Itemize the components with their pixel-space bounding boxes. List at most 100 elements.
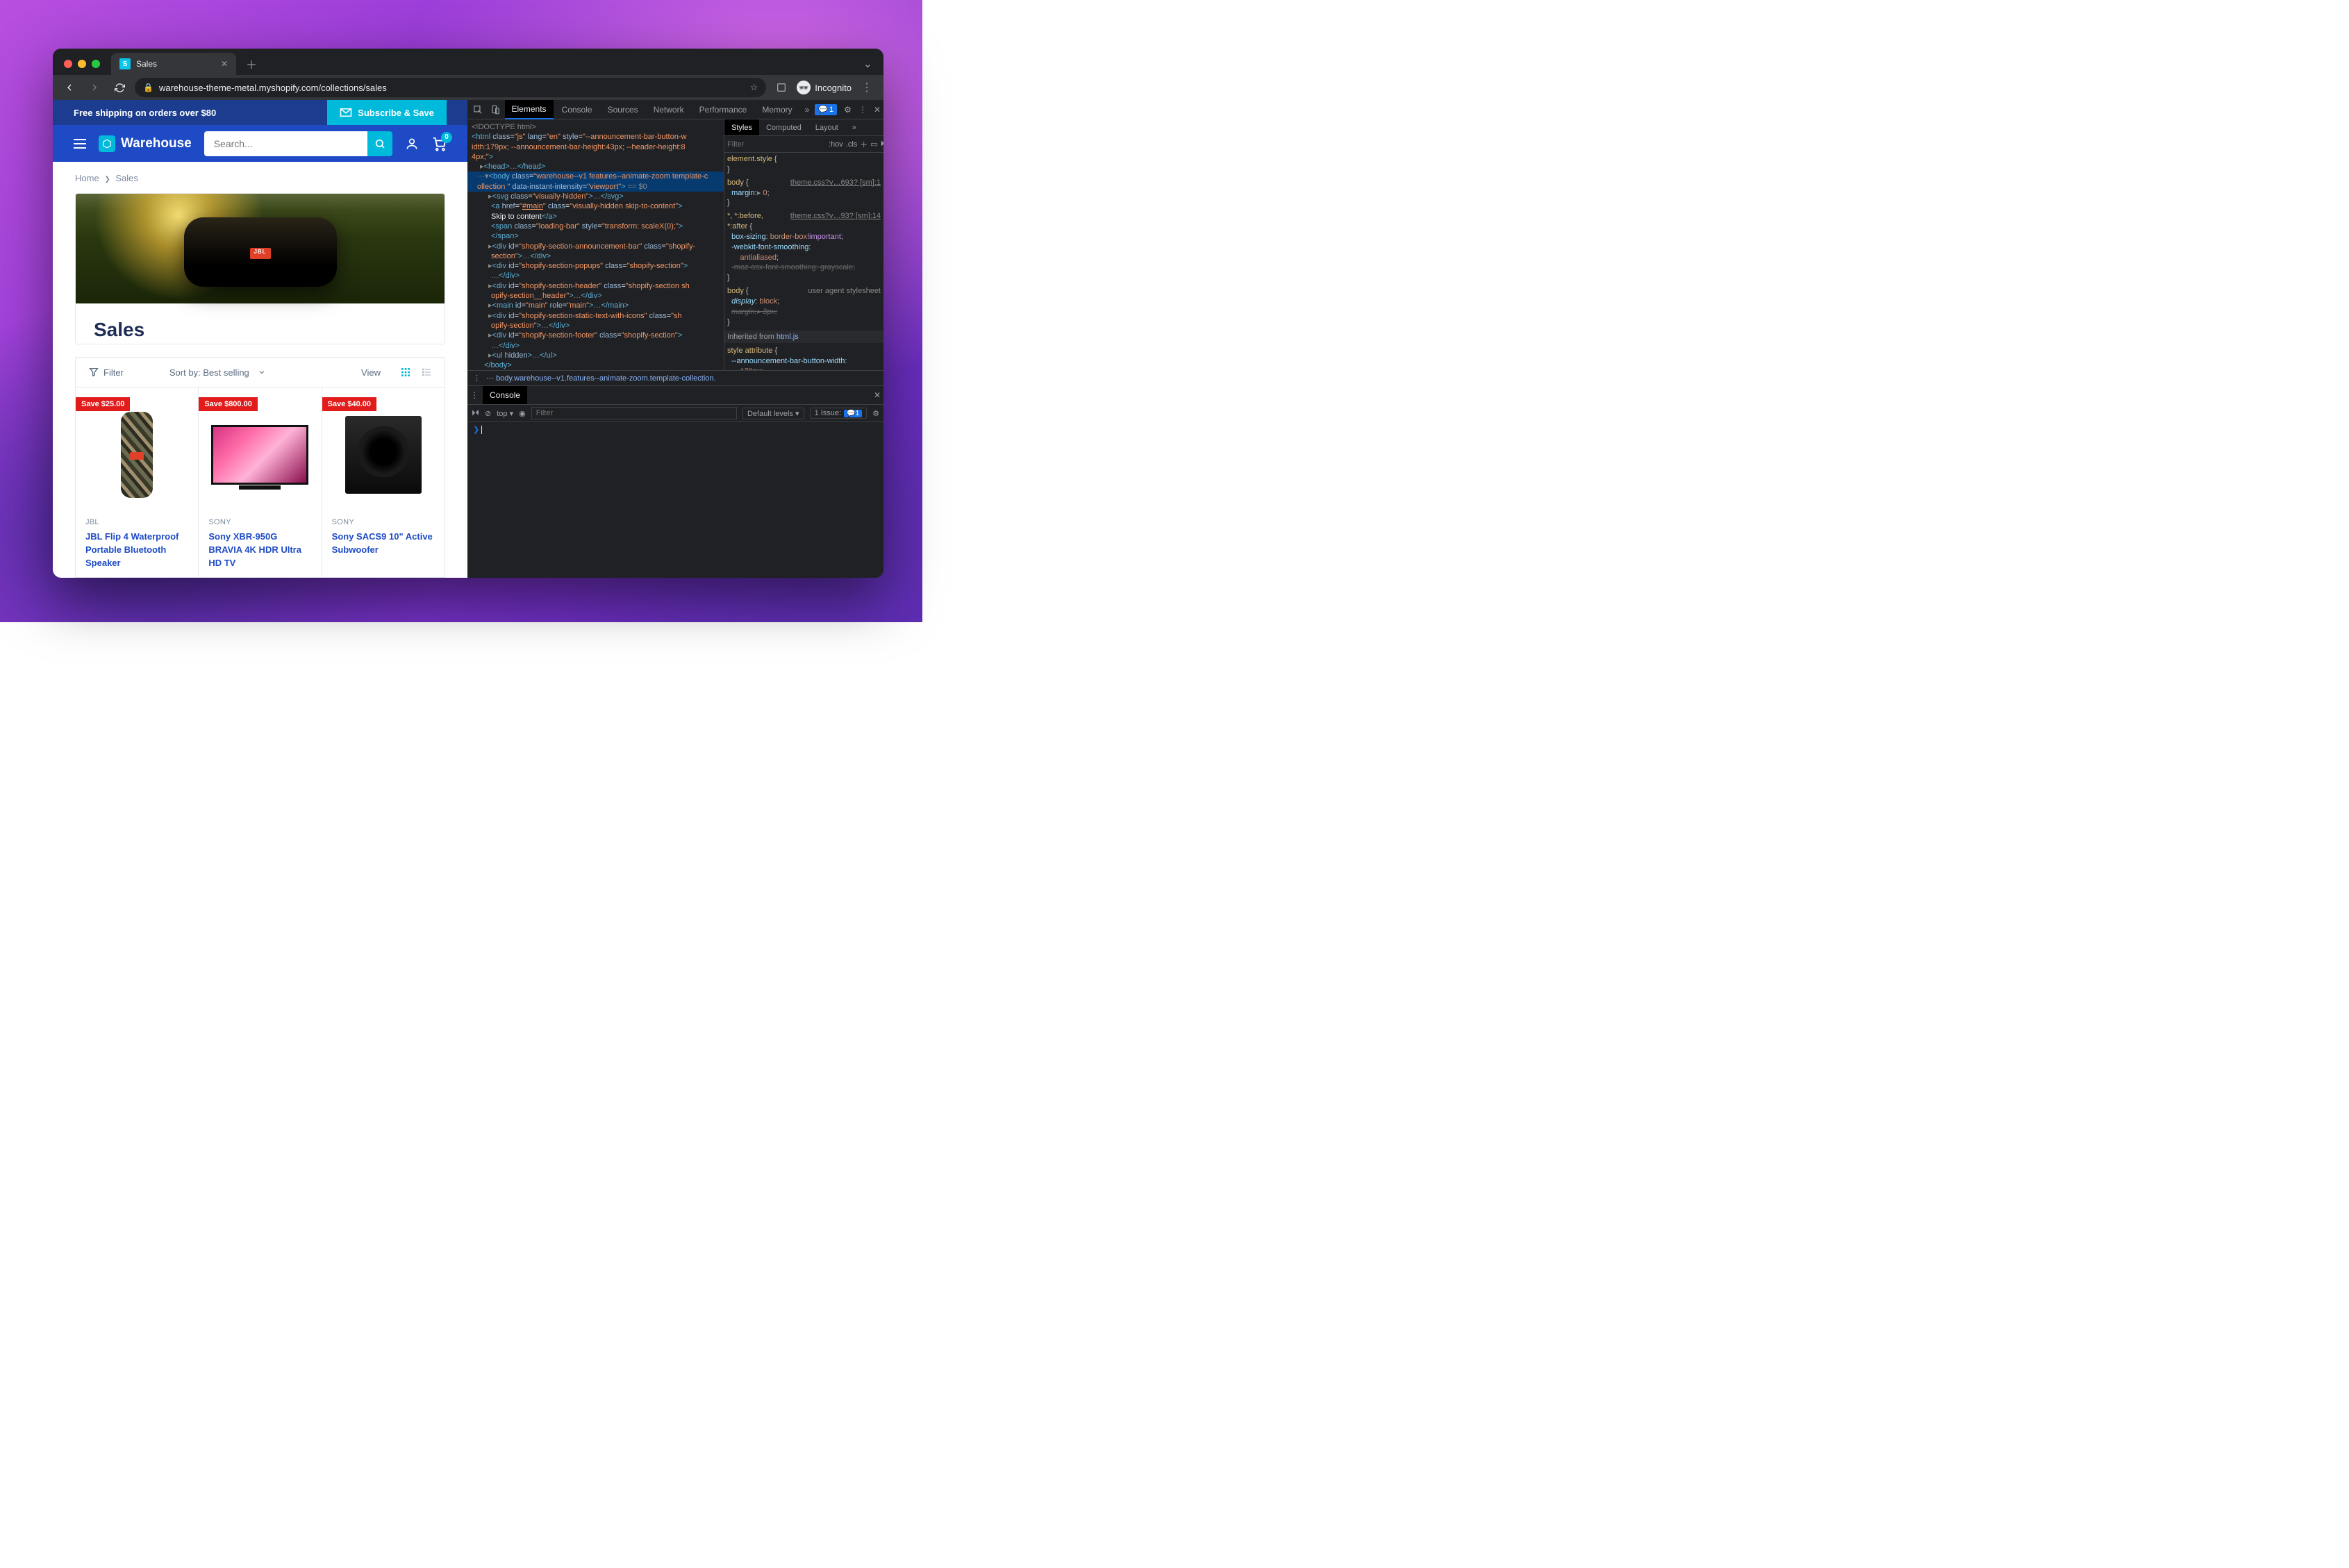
drawer-menu-icon[interactable]: ⋮ [470,390,479,400]
devtools-tabs: Elements Console Sources Network Perform… [467,100,883,119]
product-name: Sony XBR-950G BRAVIA 4K HDR Ultra HD TV [208,531,311,570]
account-icon[interactable] [405,137,419,151]
page-header: Warehouse 0 [53,125,467,162]
browser-menu-icon[interactable]: ⋮ [857,78,877,97]
menu-icon[interactable] [74,139,86,149]
live-expression-icon[interactable]: ◉ [519,409,526,418]
styles-filter-input[interactable] [727,140,826,149]
tabs-overflow-icon[interactable]: » [801,105,814,115]
tab-title: Sales [136,59,157,69]
device-toggle-icon[interactable] [488,105,504,115]
console-sidebar-icon[interactable]: ⏵⏴ [472,409,479,418]
filter-button[interactable]: Filter [103,367,124,378]
tab-layout[interactable]: Layout [808,119,845,135]
breadcrumb-selected: body.warehouse--v1.features--animate-zoo… [496,374,716,383]
incognito-label: Incognito [815,83,852,93]
address-bar[interactable]: 🔒 warehouse-theme-metal.myshopify.com/co… [135,78,766,97]
crumb-home[interactable]: Home [75,173,99,183]
dom-line: opify-section">…</div> [467,321,724,331]
product-name: JBL Flip 4 Waterproof Portable Bluetooth… [85,531,188,570]
dom-line: ▸<div id="shopify-section-popups" class=… [467,261,724,271]
filter-icon [88,367,99,378]
extensions-icon[interactable] [772,78,791,97]
tab-elements[interactable]: Elements [505,100,554,119]
back-button[interactable] [60,78,79,97]
hov-toggle[interactable]: :hov [829,140,843,149]
dom-line: ▸<svg class="visually-hidden">…</svg> [467,192,724,201]
tab-sources[interactable]: Sources [601,100,645,119]
product-card[interactable]: Save $800.00 SONY Sony XBR-950G BRAVIA 4… [199,387,322,577]
sort-label: Sort by: Best selling [169,367,249,378]
tab-memory[interactable]: Memory [755,100,799,119]
search-input[interactable] [204,131,367,156]
tabs-overflow-icon[interactable]: » [845,119,863,135]
tab-performance[interactable]: Performance [692,100,754,119]
incognito-indicator[interactable]: 🕶 Incognito [797,81,852,94]
cart-icon[interactable]: 0 [431,136,447,151]
context-selector[interactable]: top ▾ [497,409,513,418]
bookmark-star-icon[interactable]: ☆ [750,82,758,93]
tab-console[interactable]: Console [555,100,599,119]
dom-line: 4px;"> [467,152,724,162]
computed-toggle-icon[interactable]: ▭ [870,140,877,149]
product-card[interactable]: Save $40.00 SONY Sony SACS9 10" Active S… [322,387,445,577]
close-drawer-icon[interactable]: ✕ [874,390,881,400]
window-controls [64,60,100,68]
inspect-icon[interactable] [470,105,486,115]
chevron-down-icon[interactable] [258,368,266,376]
clear-console-icon[interactable]: ⊘ [485,409,491,418]
site-logo[interactable]: Warehouse [99,135,192,152]
close-tab-icon[interactable]: ✕ [221,59,228,69]
webpage: Free shipping on orders over $80 Subscri… [53,100,467,578]
drawer-tab-console[interactable]: Console [483,386,527,404]
console-body[interactable]: ❯ [467,422,883,578]
messages-badge[interactable]: 💬1 [815,104,837,115]
settings-icon[interactable]: ⚙ [844,105,852,115]
content-area: Free shipping on orders over $80 Subscri… [53,100,883,578]
cls-toggle[interactable]: .cls [846,140,858,149]
more-icon[interactable]: ⋮ [858,105,867,115]
list-view-icon[interactable] [421,367,432,378]
tab-overflow-icon[interactable]: ⌄ [863,57,872,71]
browser-tab[interactable]: S Sales ✕ [111,53,236,75]
breadcrumb-menu-icon[interactable]: ⋮ [473,374,481,383]
devtools-main: <!DOCTYPE html> <html class="js" lang="e… [467,119,883,370]
dom-breadcrumb[interactable]: ⋮⋯ body.warehouse--v1.features--animate-… [467,370,883,385]
dom-tree[interactable]: <!DOCTYPE html> <html class="js" lang="e… [467,119,724,370]
inherited-label: Inherited from html.js [724,331,883,344]
dom-selected-line: ollection " data-instant-intensity="view… [467,182,724,192]
dom-line: …</div> [467,271,724,281]
dock-icon[interactable]: ⏵⏴ [881,140,883,149]
envelope-icon [340,108,352,117]
zoom-window-button[interactable] [92,60,100,68]
tab-network[interactable]: Network [647,100,691,119]
product-card[interactable]: Save $25.00 JBL JBL Flip 4 Waterproof Po… [76,387,199,577]
reload-button[interactable] [110,78,129,97]
browser-window: S Sales ✕ ＋ ⌄ 🔒 warehouse-theme-metal.my… [53,49,883,578]
tab-computed[interactable]: Computed [759,119,808,135]
grid-view-icon[interactable] [400,367,411,378]
dom-line: <a href="#main" class="visually-hidden s… [467,201,724,211]
console-settings-icon[interactable]: ⚙ [872,409,879,418]
incognito-icon: 🕶 [797,81,811,94]
minimize-window-button[interactable] [78,60,86,68]
tab-strip: S Sales ✕ ＋ ⌄ [53,49,883,75]
dom-selected-line: ⋯▾<body class="warehouse--v1 features--a… [467,172,724,181]
product-name: Sony SACS9 10" Active Subwoofer [332,531,435,557]
drawer-tabs: ⋮ Console ✕ [467,386,883,404]
styles-rules[interactable]: element.style {} theme.css?v…693? [sm]:1… [724,153,883,370]
tab-styles[interactable]: Styles [724,119,759,135]
new-tab-button[interactable]: ＋ [242,54,261,74]
forward-button[interactable] [85,78,104,97]
issues-badge[interactable]: 1 Issue:💬1 [810,408,868,419]
close-devtools-icon[interactable]: ✕ [874,105,881,115]
favicon-icon: S [119,58,131,69]
subscribe-button[interactable]: Subscribe & Save [327,100,447,125]
log-levels-selector[interactable]: Default levels ▾ [742,408,804,419]
search-button[interactable] [367,131,392,156]
add-rule-icon[interactable]: ＋ [860,139,868,150]
collection-hero: JBL Sales 50 products [75,193,445,344]
save-badge: Save $25.00 [76,397,130,411]
close-window-button[interactable] [64,60,72,68]
console-filter-input[interactable] [531,407,737,419]
